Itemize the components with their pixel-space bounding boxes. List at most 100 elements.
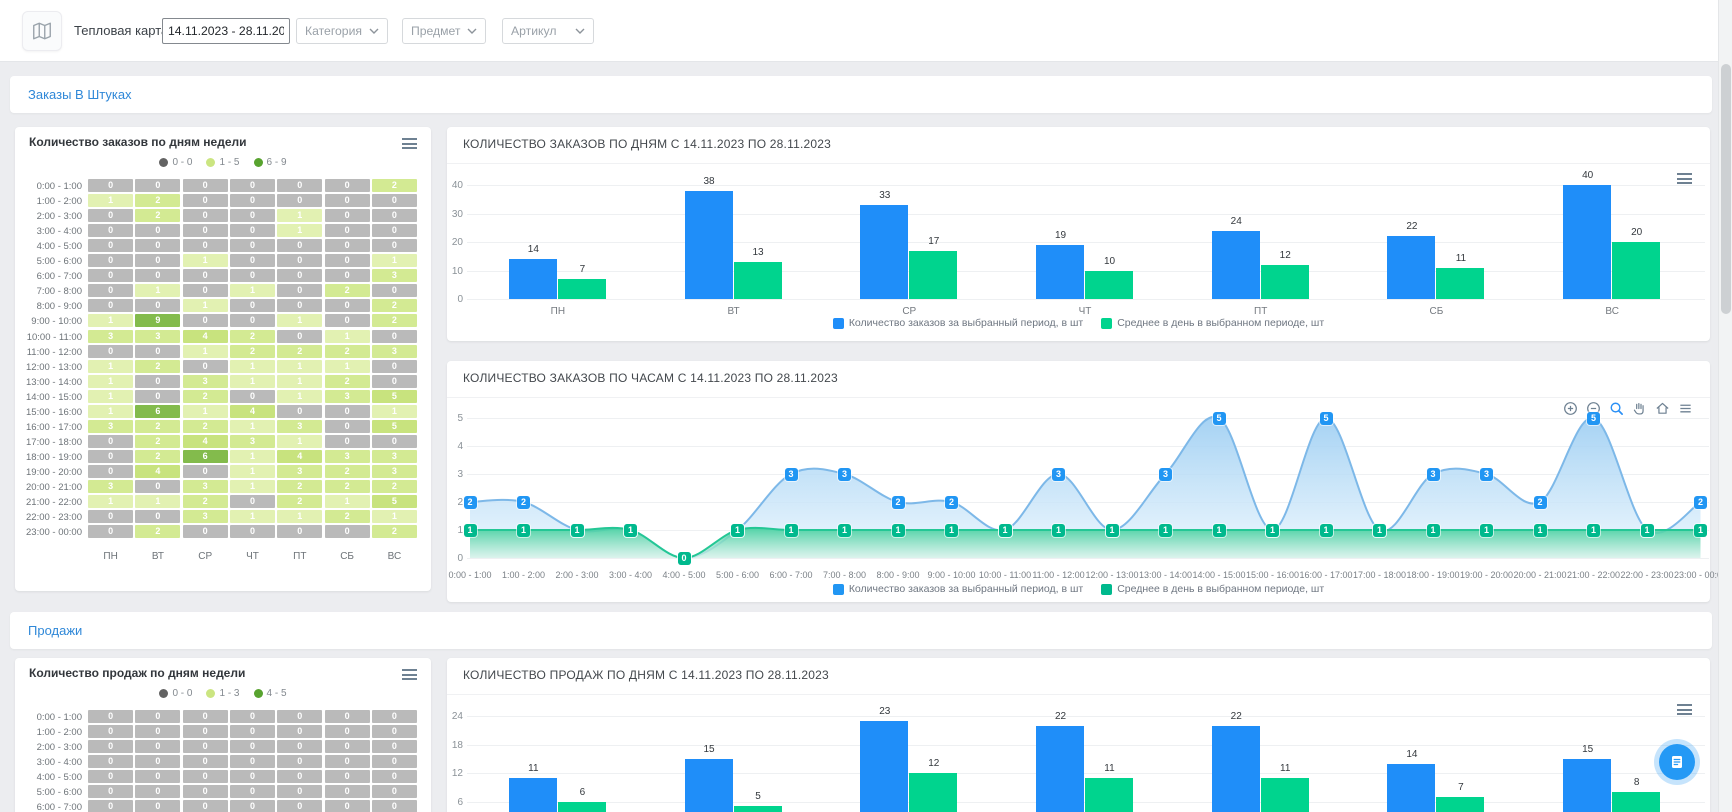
heatmap-cell: 0 [135,480,181,493]
hour-range-label: 2:00 - 3:00 [36,211,82,223]
point-value-label: 3 [1480,467,1493,481]
bar-primary [508,259,557,299]
legend-item[interactable]: Количество заказов за выбранный период, … [832,317,1083,329]
map-icon-button[interactable] [22,11,62,51]
point-value-label: 1 [1212,523,1226,537]
hour-range-label: 11:00 - 12:00 [26,346,82,358]
heatmap-cell: 0 [277,770,323,784]
legend-item[interactable]: Среднее в день в выбранном периоде, шт [1101,317,1324,329]
bar-value-label: 11 [1104,762,1115,774]
heatmap-cell: 0 [277,194,323,208]
heatmap-cell: 2 [229,329,276,343]
heatmap-cell: 0 [182,785,228,799]
heatmap-cell: 1 [371,510,417,524]
heatmap-cell: 0 [182,359,228,373]
heatmap-cell: 0 [135,179,181,192]
day-label: ПН [550,306,566,317]
date-range-input[interactable] [162,18,290,44]
heatmap-cell: 0 [88,710,134,723]
bar-value-label: 22 [1054,710,1067,722]
heatmap-cell: 0 [88,800,134,812]
point-value-label: 1 [624,523,637,537]
point-value-label: 1 [945,523,958,537]
heatmap-cell: 2 [371,525,417,539]
point-value-label: 1 [1266,523,1279,537]
legend-item[interactable]: Количество заказов за выбранный период, … [832,583,1083,595]
bar-value-label: 20 [1631,227,1643,238]
chevron-down-icon [369,28,379,34]
report-fab-button[interactable] [1654,739,1700,785]
orders-section-link[interactable]: Заказы В Штуках [28,87,132,102]
heatmap-cell: 3 [371,269,417,283]
heatmap-cell: 4 [229,404,276,418]
heatmap-cell: 0 [324,434,370,448]
heatmap-cell: 0 [324,314,370,328]
heatmap-cell: 2 [277,344,323,358]
bar-value-label: 10 [1103,255,1116,267]
scrollbar-thumb[interactable] [1721,64,1731,314]
heatmap-cell: 0 [135,510,181,524]
chevron-down-icon [467,28,477,34]
heatmap-cell: 0 [371,359,417,373]
legend-swatch-icon [1101,317,1113,329]
sales-by-day-card: КОЛИЧЕСТВО ПРОДАЖ ПО ДНЯМ С 14.11.2023 П… [447,658,1710,812]
heatmap-cell: 0 [182,269,228,283]
heatmap-cell: 0 [88,269,134,283]
heatmap-cell: 0 [182,284,228,298]
category-select[interactable]: Категория [296,18,388,44]
legend-dot-icon [253,158,263,167]
legend-item[interactable]: Среднее в день в выбранном периоде, шт [1101,583,1324,595]
heatmap-cell: 0 [182,209,228,223]
category-select-value: Категория [305,24,362,38]
chevron-down-icon [575,28,585,34]
hour-range-label: 1:00 - 2:00 [36,196,82,208]
subject-select[interactable]: Предмет [402,18,486,44]
y-tick-label: 30 [451,208,463,220]
sales-section-link[interactable]: Продажи [28,623,82,638]
heatmap-cell: 0 [371,224,417,238]
heatmap-cell: 3 [229,434,276,448]
heatmap-cell: 0 [324,224,370,238]
heatmap-cell: 0 [229,770,276,784]
heatmap-cell: 0 [229,740,276,754]
article-select[interactable]: Артикул [502,18,594,44]
bar-value-label: 15 [703,743,715,755]
heatmap-cell: 0 [371,329,417,343]
heatmap-cell: 1 [135,495,181,509]
bar-value-label: 7 [579,264,586,276]
hour-range-label: 12:00 - 13:00 [26,361,82,373]
heatmap-legend-item: 6 - 9 [253,157,287,168]
heatmap-cell: 0 [324,179,370,192]
bar-secondary [1612,242,1661,299]
legend-range-label: 0 - 0 [172,688,193,699]
heatmap-cell: 0 [88,740,134,754]
hour-range-label: 4:00 - 5:00 [36,772,82,784]
sales-heatmap-card: Количество продаж по дням недели 0 - 0 1 … [15,658,431,812]
heatmap-cell: 0 [371,194,417,208]
heatmap-cell: 0 [277,404,323,418]
hour-range-label: 3:00 - 4:00 [36,757,82,769]
point-value-label: 1 [784,523,798,537]
heatmap-cell: 1 [182,254,228,268]
heatmap-cell: 0 [324,404,370,418]
heatmap-cell: 0 [324,755,370,769]
hour-range-label: 6:00 - 7:00 [36,802,82,812]
heatmap-cell: 2 [324,510,370,524]
heatmap-cell: 0 [229,299,276,313]
heatmap-cell: 0 [229,755,276,769]
bar-secondary [1085,270,1133,299]
heatmap-cell: 3 [324,449,370,463]
heatmap-cell: 1 [229,374,276,388]
hour-range-label: 23:00 - 00:00 [26,527,82,539]
heatmap-cell: 2 [324,480,370,493]
menu-icon[interactable] [402,138,417,150]
heatmap-cell: 0 [88,224,134,238]
heatmap-cell: 0 [229,194,276,208]
heatmap-cell: 0 [229,269,276,283]
menu-icon[interactable] [402,669,417,681]
heatmap-cell: 2 [277,480,323,493]
heatmap-cell: 2 [135,434,181,448]
point-value-label: 1 [1426,523,1440,537]
heatmap-cell: 2 [371,480,417,493]
point-value-label: 2 [517,495,530,509]
